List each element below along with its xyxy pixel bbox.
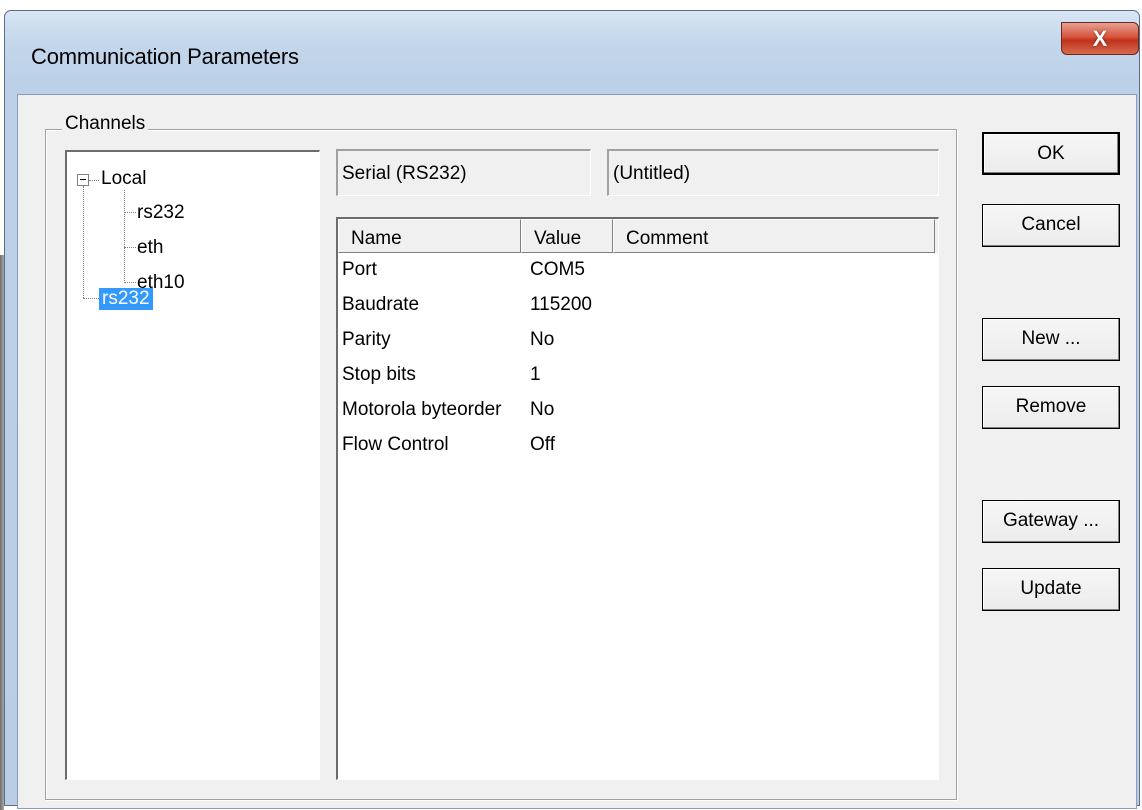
- new-button[interactable]: New ...: [982, 318, 1120, 361]
- tree-node-rs232-selected[interactable]: rs232: [99, 288, 153, 310]
- close-button[interactable]: X: [1061, 22, 1139, 55]
- table-row[interactable]: Flow Control Off: [338, 428, 938, 463]
- row-name: Port: [342, 259, 377, 280]
- table-row[interactable]: Stop bits 1: [338, 358, 938, 393]
- row-value[interactable]: No: [530, 399, 554, 421]
- row-value[interactable]: No: [530, 329, 554, 351]
- row-name: Flow Control: [342, 434, 449, 455]
- collapse-icon[interactable]: [77, 174, 89, 186]
- tree-connector: [124, 190, 125, 283]
- table-row[interactable]: Motorola byteorder No: [338, 393, 938, 428]
- grid-header: Name Value Comment: [338, 219, 938, 253]
- channels-group-label: Channels: [62, 113, 149, 135]
- row-value[interactable]: 115200: [530, 294, 592, 316]
- row-name: Parity: [342, 329, 391, 350]
- table-row[interactable]: Parity No: [338, 323, 938, 358]
- row-name: Motorola byteorder: [342, 399, 502, 420]
- table-row[interactable]: Port COM5: [338, 253, 938, 288]
- column-header-name[interactable]: Name: [338, 219, 521, 253]
- column-header-comment[interactable]: Comment: [613, 219, 935, 253]
- ok-button[interactable]: OK: [982, 132, 1120, 175]
- tree-node-eth[interactable]: eth: [137, 237, 163, 259]
- cancel-button[interactable]: Cancel: [982, 204, 1120, 247]
- update-button[interactable]: Update: [982, 568, 1120, 611]
- column-header-value[interactable]: Value: [521, 219, 613, 253]
- row-value[interactable]: Off: [530, 434, 555, 456]
- close-icon: X: [1092, 25, 1108, 51]
- tree-connector: [124, 212, 136, 213]
- table-row[interactable]: Baudrate 115200: [338, 288, 938, 323]
- row-value[interactable]: COM5: [530, 259, 585, 281]
- row-name: Stop bits: [342, 364, 416, 385]
- channels-tree[interactable]: Local rs232 eth eth10 rs232: [65, 150, 320, 780]
- tree-node-local[interactable]: Local: [101, 168, 146, 190]
- dialog-window: Communication Parameters X Channels Loca…: [4, 10, 1140, 809]
- tree-connector: [124, 282, 136, 283]
- channel-name-field: (Untitled): [607, 149, 939, 196]
- window-edge: [0, 255, 4, 810]
- dialog-client-area: Channels Local rs232 eth eth10 rs232 Ser…: [17, 94, 1137, 809]
- driver-field: Serial (RS232): [336, 149, 591, 196]
- remove-button[interactable]: Remove: [982, 386, 1120, 429]
- window-title: Communication Parameters: [31, 44, 299, 69]
- tree-connector: [83, 298, 99, 299]
- tree-connector: [124, 247, 136, 248]
- row-value[interactable]: 1: [530, 364, 541, 386]
- parameters-grid[interactable]: Name Value Comment Port COM5 Baudrate 11…: [336, 217, 939, 780]
- tree-connector: [83, 186, 84, 298]
- row-name: Baudrate: [342, 294, 420, 315]
- tree-node-rs232[interactable]: rs232: [137, 202, 185, 224]
- tree-connector: [89, 180, 99, 181]
- gateway-button[interactable]: Gateway ...: [982, 500, 1120, 543]
